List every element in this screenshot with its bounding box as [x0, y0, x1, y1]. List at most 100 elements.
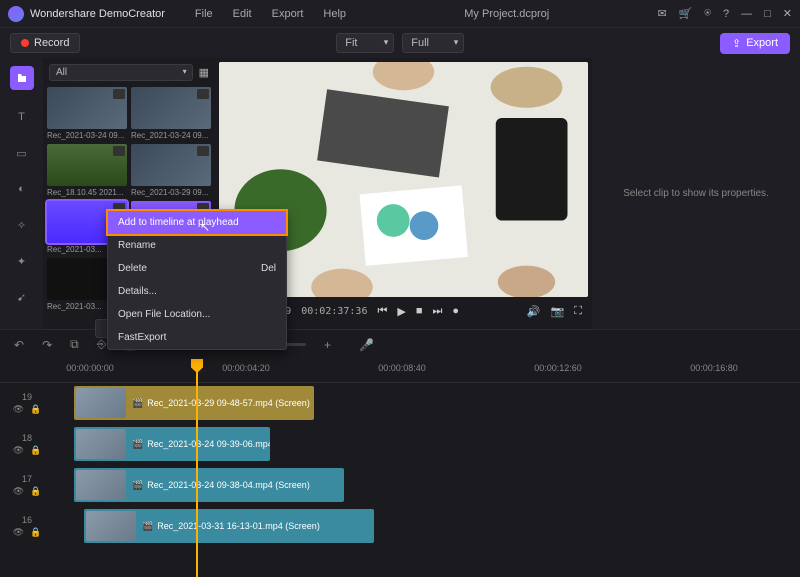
export-icon: ⇪ — [732, 37, 741, 50]
timeline-track: 17 👁 🔒 🎬 Rec_2021-03-24 09-38-04.mp4 (Scre… — [0, 465, 800, 505]
crop-button[interactable]: ⧉ — [70, 337, 79, 352]
undo-button[interactable]: ↶ — [14, 338, 24, 352]
clip-media-icon: 🎬 — [132, 480, 143, 491]
lock-icon[interactable]: 🔒 — [30, 527, 41, 538]
clip-media-icon: 🎬 — [132, 439, 143, 450]
snapshot-icon[interactable]: 📷 — [551, 305, 565, 318]
timeline-track: 18 👁 🔒 🎬Rec_2021-03-24 09-39-06.mp4 — [0, 424, 800, 464]
cm-open-location[interactable]: Open File Location... — [108, 303, 286, 326]
export-label: Export — [746, 37, 778, 49]
clip-media-icon: 🎬 — [142, 521, 153, 532]
cursor-tab-icon[interactable]: ➹ — [13, 288, 31, 306]
record-label: Record — [34, 37, 69, 49]
total-time: 00:02:37:36 — [301, 306, 367, 317]
track-header: 19 👁🔒 — [0, 392, 54, 415]
record-button[interactable]: Record — [10, 33, 80, 53]
media-item[interactable]: Rec_18.10.45 2021... — [47, 144, 127, 197]
playhead[interactable] — [196, 359, 198, 577]
maximize-icon[interactable]: □ — [764, 8, 771, 20]
clip-label: Rec_2021-03-24 09-38-04.mp4 (Screen) — [147, 480, 310, 490]
media-tab-icon[interactable] — [10, 66, 34, 90]
clip-label: Rec_2021-03-31 16-13-01.mp4 (Screen) — [157, 521, 320, 531]
media-item[interactable]: Rec_2021-03-24 09... — [47, 87, 127, 140]
stickers-tab-icon[interactable]: ✧ — [13, 216, 31, 234]
timeline-track: 16 👁 🔒 🎬 Rec_2021-03-31 16-13-01.mp4 (Scre… — [0, 506, 800, 546]
timeline-clip[interactable]: 🎬 Rec_2021-03-31 16-13-01.mp4 (Screen) — [84, 509, 374, 543]
visibility-icon[interactable]: 👁 — [13, 527, 24, 538]
export-button[interactable]: ⇪ Export — [720, 33, 790, 54]
track-number: 16 — [22, 515, 32, 525]
app-name: Wondershare DemoCreator — [30, 8, 165, 20]
menu-export[interactable]: Export — [262, 4, 314, 24]
main-toolbar: Record Fit Full ⇪ Export — [0, 28, 800, 58]
left-sidebar: T ▭ ◐ ✧ ✦ ➹ — [0, 58, 43, 329]
record-dot-icon — [21, 39, 29, 47]
cm-add-to-timeline[interactable]: Add to timeline at playhead — [108, 211, 286, 234]
project-title: My Project.dcproj — [356, 8, 657, 20]
lock-icon[interactable]: 🔒 — [30, 445, 41, 456]
cm-fast-export[interactable]: FastExport — [108, 326, 286, 349]
split-button[interactable]: ⎆ — [97, 337, 107, 352]
track-number: 18 — [22, 433, 32, 443]
context-menu: Add to timeline at playhead Rename Delet… — [107, 210, 287, 350]
next-frame-button[interactable]: ⏭ — [433, 305, 443, 318]
properties-panel: Select clip to show its properties. — [592, 58, 800, 329]
transitions-tab-icon[interactable]: ✦ — [13, 252, 31, 270]
close-icon[interactable]: ✕ — [783, 7, 792, 20]
play-button[interactable]: ▶ — [397, 305, 405, 318]
clip-label: Rec_2021-03-29 09-48-57.mp4 (Screen) — [147, 398, 310, 408]
mic-button[interactable]: 🎤 — [359, 338, 374, 352]
grid-view-icon[interactable]: ▦ — [199, 66, 209, 79]
stop-button[interactable]: ■ — [416, 305, 423, 317]
effects-tab-icon[interactable]: ◐ — [13, 180, 31, 198]
app-logo-icon — [8, 6, 24, 22]
visibility-icon[interactable]: 👁 — [13, 445, 24, 456]
properties-empty-text: Select clip to show its properties. — [623, 188, 769, 199]
volume-icon[interactable]: 🔊 — [527, 305, 541, 318]
menu-file[interactable]: File — [185, 4, 223, 24]
timeline-clip[interactable]: 🎬 Rec_2021-03-24 09-38-04.mp4 (Screen) — [74, 468, 344, 502]
clip-media-icon: 🎬 — [132, 398, 143, 409]
loop-button[interactable]: ● — [452, 305, 459, 317]
timeline-ruler[interactable]: 00:00:00:00 00:00:04:20 00:00:08:40 00:0… — [0, 359, 800, 383]
menu-edit[interactable]: Edit — [223, 4, 262, 24]
lock-icon[interactable]: 🔒 — [30, 404, 41, 415]
clip-thumbnail — [76, 470, 126, 500]
full-dropdown[interactable]: Full — [402, 33, 464, 53]
menu-help[interactable]: Help — [313, 4, 356, 24]
cm-delete[interactable]: DeleteDel — [108, 257, 286, 280]
cm-details[interactable]: Details... — [108, 280, 286, 303]
user-icon[interactable]: ⍟ — [704, 7, 711, 20]
media-item[interactable]: Rec_2021-03-29 09... — [131, 144, 211, 197]
title-bar: Wondershare DemoCreator File Edit Export… — [0, 0, 800, 28]
track-header: 16 👁 🔒 — [0, 515, 54, 538]
track-header: 18 👁 🔒 — [0, 433, 54, 456]
help-icon[interactable]: ? — [723, 8, 729, 20]
visibility-icon[interactable]: 👁 — [13, 486, 24, 497]
visibility-icon[interactable]: 👁 — [13, 404, 24, 415]
timeline: 00:00:00:00 00:00:04:20 00:00:08:40 00:0… — [0, 359, 800, 577]
clip-thumbnail — [76, 429, 126, 459]
clip-thumbnail — [76, 388, 126, 418]
cart-icon[interactable]: 🛒 — [679, 7, 693, 20]
prev-frame-button[interactable]: ⏮ — [377, 305, 387, 318]
mail-icon[interactable]: ✉ — [657, 7, 666, 20]
text-tab-icon[interactable]: T — [13, 108, 31, 126]
media-filter-dropdown[interactable]: All — [49, 64, 193, 81]
cm-rename[interactable]: Rename — [108, 234, 286, 257]
clip-thumbnail — [86, 511, 136, 541]
timeline-clip[interactable]: 🎬Rec_2021-03-24 09-39-06.mp4 — [74, 427, 270, 461]
caption-tab-icon[interactable]: ▭ — [13, 144, 31, 162]
redo-button[interactable]: ↷ — [42, 338, 52, 352]
fit-dropdown[interactable]: Fit — [336, 33, 394, 53]
track-number: 17 — [22, 474, 32, 484]
minimize-icon[interactable]: — — [741, 8, 752, 20]
lock-icon[interactable]: 🔒 — [30, 486, 41, 497]
fullscreen-icon[interactable]: ⛶ — [574, 305, 582, 318]
timeline-clip[interactable]: 🎬 Rec_2021-03-29 09-48-57.mp4 (Screen) — [74, 386, 314, 420]
cursor-icon: ↖ — [200, 220, 210, 234]
zoom-in-button[interactable]: + — [324, 338, 331, 352]
media-item[interactable]: Rec_2021-03-24 09... — [131, 87, 211, 140]
timeline-track: 19 👁🔒 🎬Rec_2021-03-29 09-48-57.mp4 (Scre… — [0, 383, 800, 423]
track-header: 17 👁 🔒 — [0, 474, 54, 497]
